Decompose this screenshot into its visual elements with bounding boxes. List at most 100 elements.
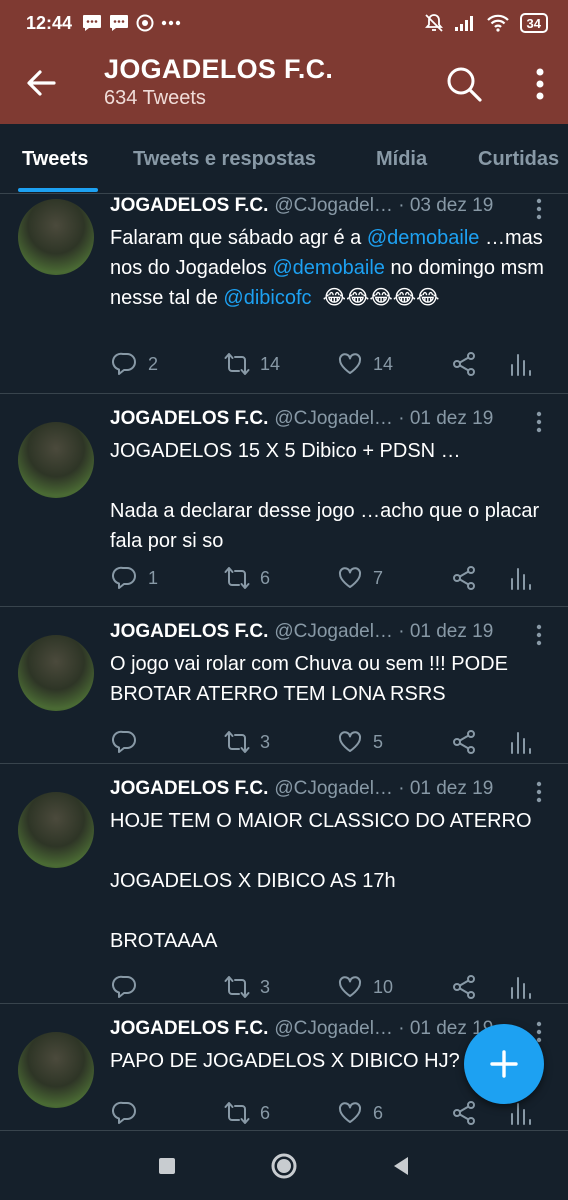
signal-icon	[454, 16, 473, 31]
recents-square-icon[interactable]	[152, 1151, 182, 1181]
more-notifications-icon	[161, 20, 181, 26]
share-button[interactable]	[451, 565, 477, 591]
reply-button[interactable]	[112, 974, 148, 1000]
reply-button[interactable]	[112, 1100, 148, 1126]
share-button[interactable]	[451, 1100, 477, 1126]
analytics-button[interactable]	[507, 565, 533, 591]
author-handle: @CJogadel…	[274, 621, 393, 642]
heart-icon	[338, 567, 362, 588]
analytics-button[interactable]	[507, 351, 533, 377]
share-button[interactable]	[451, 729, 477, 755]
like-count: 14	[373, 353, 394, 374]
tweet-date: · 01 dez 19	[392, 408, 494, 429]
like-button[interactable]: 14	[337, 351, 393, 377]
search-icon[interactable]	[444, 64, 484, 104]
avatar[interactable]	[18, 1032, 94, 1108]
text-segment: PAPO DE JOGADELOS X DIBICO HJ?	[110, 1050, 460, 1072]
share-icon	[453, 730, 475, 754]
title-block: JOGADELOS F.C. 634 Tweets	[104, 54, 333, 110]
analytics-button[interactable]	[507, 1100, 533, 1126]
reply-button[interactable]: 1	[112, 565, 158, 591]
retweet-count: 6	[260, 567, 271, 588]
heart-icon	[338, 1102, 362, 1123]
author-name[interactable]: JOGADELOS F.C.	[110, 408, 268, 429]
author-name[interactable]: JOGADELOS F.C.	[110, 195, 268, 216]
retweet-button[interactable]: 14	[224, 351, 280, 377]
tweet-item[interactable]: JOGADELOS F.C. @CJogadel… · 01 dez 19 O jo…	[0, 607, 568, 764]
back-arrow-icon[interactable]	[22, 64, 60, 102]
status-time: 12:44	[26, 12, 73, 33]
retweet-count: 6	[260, 1102, 271, 1123]
compose-tweet-button[interactable]	[464, 1024, 544, 1104]
tweet-menu-button[interactable]	[530, 780, 548, 804]
tweet-text: JOGADELOS 15 X 5 Dibico + PDSN … Nada a …	[110, 436, 550, 556]
tweet-item[interactable]: JOGADELOS F.C. @CJogadel… · 01 dez 19 HOJE…	[0, 764, 568, 1004]
like-count: 7	[373, 567, 384, 588]
message-icon	[83, 15, 102, 31]
tweet-menu-button[interactable]	[530, 623, 548, 647]
tweet-actions: 35	[110, 729, 550, 759]
analytics-icon	[511, 732, 531, 754]
tab-tweets-and-replies[interactable]: Tweets e respostas	[133, 148, 316, 171]
more-options-icon[interactable]	[525, 64, 555, 104]
tweet-item[interactable]: JOGADELOS F.C. @CJogadel… · 03 dez 19 Fala…	[0, 195, 568, 394]
share-button[interactable]	[451, 351, 477, 377]
mention-link[interactable]: @demobaile	[272, 257, 385, 279]
mention-link[interactable]: @dibicofc	[223, 287, 311, 309]
tab-likes[interactable]: Curtidas	[478, 148, 559, 171]
heart-icon	[338, 731, 362, 752]
avatar[interactable]	[18, 199, 94, 275]
like-button[interactable]: 6	[337, 1100, 383, 1126]
profile-tabs: Tweets Tweets e respostas Mídia Curtidas	[0, 124, 568, 194]
avatar[interactable]	[18, 635, 94, 711]
author-name[interactable]: JOGADELOS F.C.	[110, 1018, 268, 1039]
like-button[interactable]: 5	[337, 729, 383, 755]
analytics-button[interactable]	[507, 729, 533, 755]
home-circle-icon[interactable]	[269, 1151, 299, 1181]
reply-button[interactable]: 2	[112, 351, 158, 377]
back-triangle-icon[interactable]	[386, 1151, 416, 1181]
vertical-dots-icon	[536, 781, 542, 803]
author-handle: @CJogadel…	[274, 778, 393, 799]
retweet-button[interactable]: 3	[224, 974, 270, 1000]
tweet-feed[interactable]: JOGADELOS F.C. @CJogadel… · 03 dez 19 Fala…	[0, 195, 568, 1131]
analytics-icon	[511, 977, 531, 999]
tweet-header: JOGADELOS F.C. @CJogadel… · 03 dez 19	[110, 195, 493, 217]
share-button[interactable]	[451, 974, 477, 1000]
like-count: 5	[373, 731, 384, 752]
tweet-header: JOGADELOS F.C. @CJogadel… · 01 dez 19	[110, 408, 493, 430]
retweet-button[interactable]: 6	[224, 1100, 270, 1126]
share-icon	[453, 566, 475, 590]
like-button[interactable]: 7	[337, 565, 383, 591]
author-name[interactable]: JOGADELOS F.C.	[110, 778, 268, 799]
tab-media[interactable]: Mídia	[376, 148, 427, 171]
avatar[interactable]	[18, 792, 94, 868]
reply-icon	[112, 730, 136, 753]
tweet-menu-button[interactable]	[530, 410, 548, 434]
reply-count: 1	[148, 567, 159, 588]
reply-button[interactable]	[112, 729, 148, 755]
chrome-icon	[136, 14, 154, 32]
retweet-icon	[224, 567, 250, 589]
mention-link[interactable]: @demobaile	[367, 227, 480, 249]
tweet-item[interactable]: JOGADELOS F.C. @CJogadel… · 01 dez 19 JOGA…	[0, 394, 568, 607]
tweet-date: · 01 dez 19	[392, 778, 494, 799]
like-button[interactable]: 10	[337, 974, 393, 1000]
author-name[interactable]: JOGADELOS F.C.	[110, 621, 268, 642]
tweet-text: HOJE TEM O MAIOR CLASSICO DO ATERRO JOGA…	[110, 806, 550, 956]
analytics-button[interactable]	[507, 974, 533, 1000]
plus-icon	[490, 1050, 518, 1078]
tab-tweets[interactable]: Tweets	[22, 148, 88, 171]
retweet-icon	[224, 353, 250, 375]
tweet-date: · 01 dez 19	[392, 621, 494, 642]
text-segment: HOJE TEM O MAIOR CLASSICO DO ATERRO JOGA…	[110, 810, 532, 952]
analytics-icon	[511, 1103, 531, 1125]
avatar[interactable]	[18, 422, 94, 498]
retweet-icon	[224, 1102, 250, 1124]
retweet-button[interactable]: 6	[224, 565, 270, 591]
tweet-actions: 2 14 14	[110, 351, 550, 381]
tweet-menu-button[interactable]	[530, 197, 548, 221]
retweet-button[interactable]: 3	[224, 729, 270, 755]
reply-icon	[112, 566, 136, 589]
tweet-date: · 03 dez 19	[392, 195, 494, 216]
